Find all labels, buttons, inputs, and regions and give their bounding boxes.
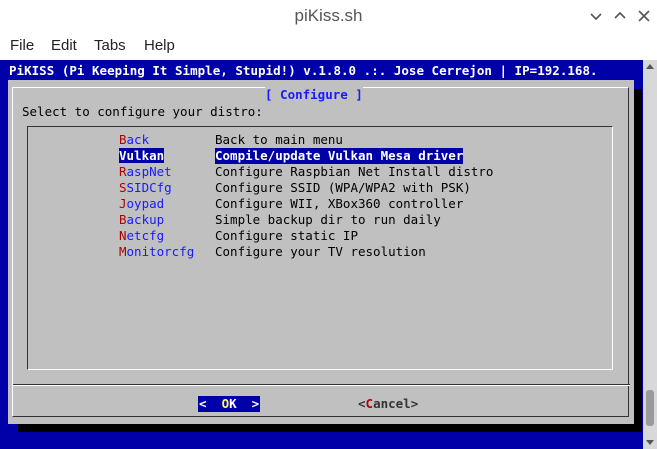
scroll-up-icon[interactable]: [646, 64, 654, 69]
menu-item-tag: ulkan: [126, 148, 165, 163]
menu-item-joypad[interactable]: Joypad Configure WII, XBox360 controller: [119, 196, 493, 212]
ok-button-hotkey: O: [221, 396, 230, 411]
menu-item-monitorcfg[interactable]: Monitorcfg Configure your TV resolution: [119, 244, 493, 260]
menu-file[interactable]: File: [9, 37, 35, 54]
button-separator-highlight: [13, 385, 630, 386]
menu-item-hotkey: R: [119, 164, 127, 179]
dialog-title: [ Configure ]: [265, 87, 363, 103]
menu-item-back[interactable]: Back Back to main menu: [119, 132, 493, 148]
menu-item-description: Configure Raspbian Net Install distro: [215, 164, 494, 179]
terminal-scrollbar[interactable]: [643, 60, 657, 449]
backtitle: PiKISS (Pi Keeping It Simple, Stupid!) v…: [9, 63, 598, 78]
menu-item-tag: onitorcfg: [126, 244, 195, 259]
menu-list: Back Back to main menu Vulkan Compile/up…: [119, 132, 493, 260]
menu-item-description: Configure your TV resolution: [215, 244, 426, 259]
maximize-icon[interactable]: [612, 8, 628, 24]
cancel-button[interactable]: <Cancel>: [358, 396, 418, 412]
ok-button[interactable]: < OK >: [198, 396, 261, 412]
scrollbar-thumb[interactable]: [646, 390, 654, 426]
menu-item-hotkey: M: [119, 244, 127, 259]
menu-item-raspnet[interactable]: RaspNet Configure Raspbian Net Install d…: [119, 164, 493, 180]
menu-item-description: Configure static IP: [215, 228, 358, 243]
menu-item-tag: etcfg: [126, 228, 165, 243]
menu-item-description: Simple backup dir to run daily: [215, 212, 441, 227]
window-titlebar: piKiss.sh: [0, 0, 657, 32]
menu-list-box: Back Back to main menu Vulkan Compile/up…: [27, 126, 613, 370]
ok-button-left: <: [199, 396, 222, 411]
menu-item-tag: oypad: [126, 196, 165, 211]
menu-item-description: Configure WII, XBox360 controller: [215, 196, 464, 211]
menu-item-tag: SIDCfg: [126, 180, 172, 195]
menu-item-hotkey: J: [119, 196, 127, 211]
menu-item-hotkey: B: [119, 212, 127, 227]
dialog-prompt: Select to configure your distro:: [22, 104, 263, 119]
close-icon[interactable]: [636, 8, 652, 24]
menu-edit[interactable]: Edit: [50, 37, 78, 54]
menu-item-hotkey: B: [119, 132, 127, 147]
cancel-button-hotkey: C: [365, 396, 374, 411]
menu-item-hotkey: N: [119, 228, 127, 243]
dialog-frame: [ Configure ] Select to configure your d…: [12, 87, 630, 417]
cancel-button-right: ancel>: [373, 396, 419, 411]
menu-item-tag: ackup: [126, 212, 165, 227]
ok-button-right: K >: [229, 396, 260, 411]
minimize-icon[interactable]: [588, 8, 604, 24]
terminal-area[interactable]: PiKISS (Pi Keeping It Simple, Stupid!) v…: [0, 60, 657, 449]
scroll-down-icon[interactable]: [646, 440, 654, 445]
menu-item-description: Back to main menu: [215, 132, 343, 147]
menu-item-description: Compile/update Vulkan Mesa driver: [215, 148, 464, 164]
menu-item-hotkey: V: [119, 148, 127, 163]
menu-item-vulkan[interactable]: Vulkan Compile/update Vulkan Mesa driver: [119, 148, 493, 164]
menu-item-description: Configure SSID (WPA/WPA2 with PSK): [215, 180, 471, 195]
menu-bar: File Edit Tabs Help: [0, 32, 657, 60]
menu-help[interactable]: Help: [143, 37, 176, 54]
menu-item-netcfg[interactable]: Netcfg Configure static IP: [119, 228, 493, 244]
cancel-button-left: <: [358, 396, 366, 411]
menu-item-tag: ack: [126, 132, 150, 147]
configure-dialog: [ Configure ] Select to configure your d…: [8, 80, 634, 424]
window-title: piKiss.sh: [294, 6, 363, 25]
menu-item-tag: aspNet: [126, 164, 172, 179]
menu-item-ssidcfg[interactable]: SSIDCfg Configure SSID (WPA/WPA2 with PS…: [119, 180, 493, 196]
menu-tabs[interactable]: Tabs: [93, 37, 127, 54]
menu-item-hotkey: S: [119, 180, 127, 195]
menu-item-backup[interactable]: Backup Simple backup dir to run daily: [119, 212, 493, 228]
